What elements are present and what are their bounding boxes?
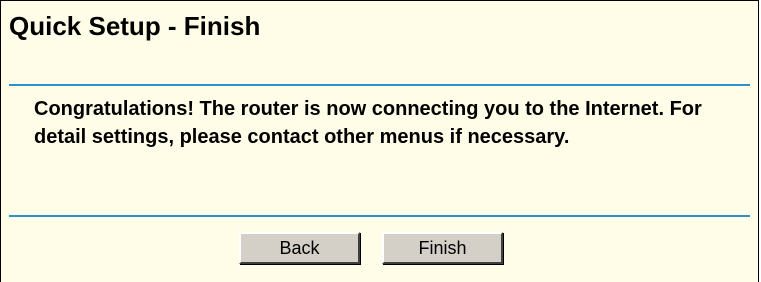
top-divider bbox=[9, 84, 750, 86]
page-title: Quick Setup - Finish bbox=[9, 11, 261, 41]
quick-setup-panel: Quick Setup - Finish Congratulations! Th… bbox=[0, 0, 759, 282]
back-button[interactable]: Back bbox=[239, 232, 360, 264]
finish-button[interactable]: Finish bbox=[382, 232, 503, 264]
finish-message: Congratulations! The router is now conne… bbox=[34, 98, 702, 148]
bottom-divider bbox=[9, 215, 750, 217]
